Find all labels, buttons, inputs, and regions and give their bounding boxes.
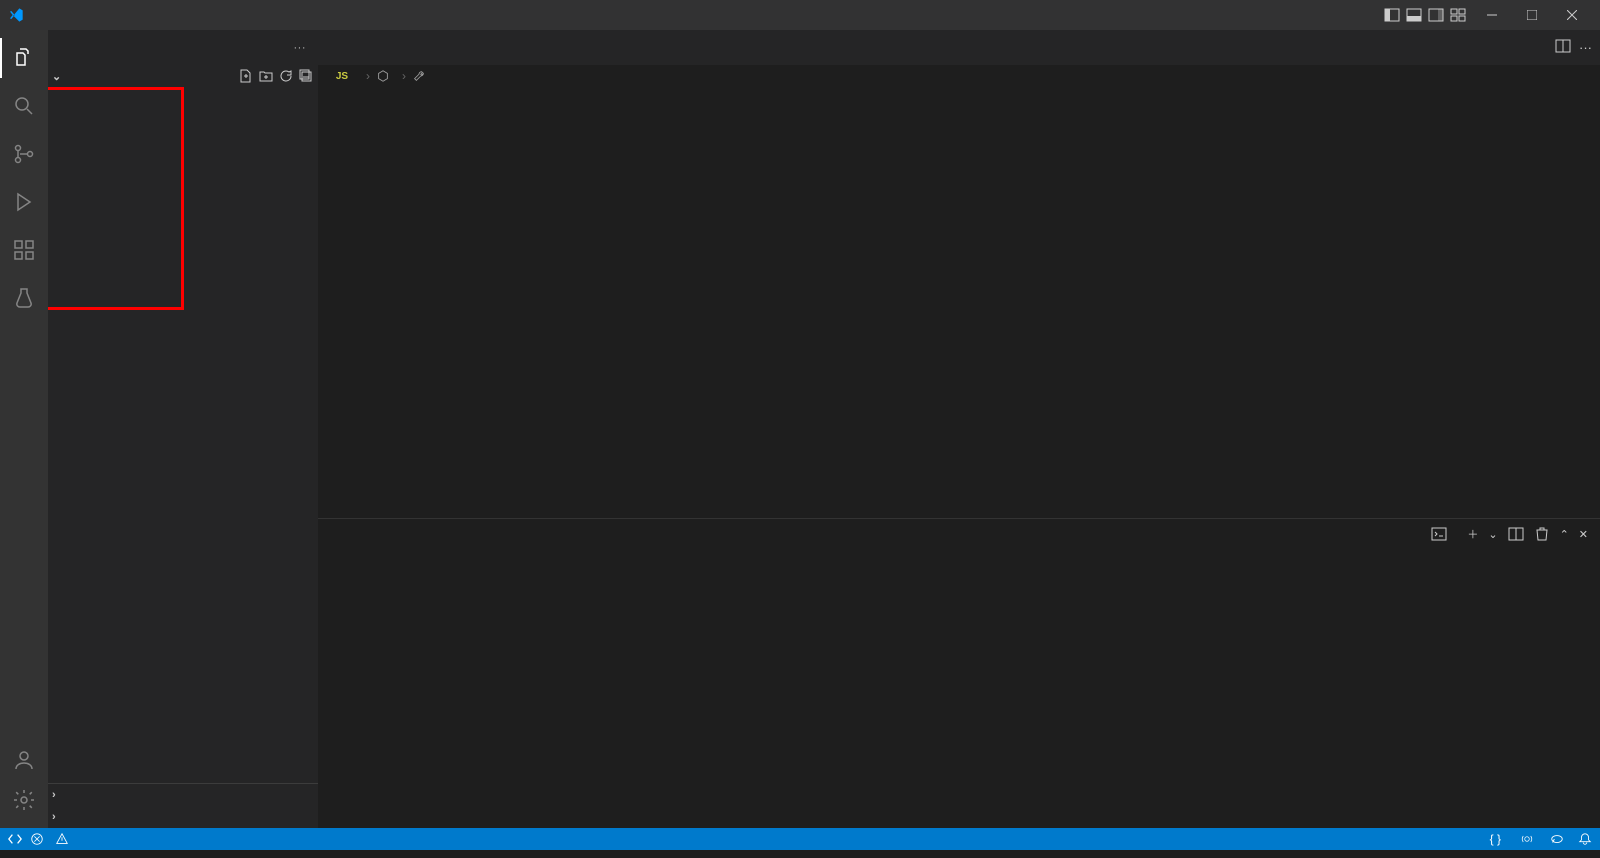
close-panel-icon[interactable]: ✕ bbox=[1579, 528, 1588, 541]
feedback-icon[interactable] bbox=[1550, 832, 1564, 846]
chevron-down-icon: ⌄ bbox=[52, 70, 61, 83]
minimap[interactable] bbox=[1500, 87, 1600, 518]
editor-tabs: ··· bbox=[318, 30, 1600, 65]
editor-body[interactable] bbox=[318, 87, 1600, 518]
chevron-right-icon: › bbox=[402, 69, 406, 83]
panel: ＋ ⌄ ⌃ ✕ bbox=[318, 518, 1600, 828]
file-tree bbox=[48, 87, 318, 783]
split-editor-icon[interactable] bbox=[1555, 38, 1571, 57]
sidebar-more-icon[interactable]: ··· bbox=[294, 42, 307, 54]
language-mode[interactable]: { } bbox=[1490, 832, 1507, 846]
panel-right-icon[interactable] bbox=[1428, 7, 1444, 23]
activity-bar bbox=[0, 30, 48, 828]
terminal[interactable] bbox=[318, 549, 1600, 828]
close-button[interactable] bbox=[1552, 1, 1592, 29]
source-control-tab[interactable] bbox=[0, 134, 48, 174]
editor-area: ··· JS › › bbox=[318, 30, 1600, 828]
new-terminal-icon[interactable]: ＋ bbox=[1467, 526, 1478, 542]
timeline-section[interactable]: › bbox=[48, 806, 318, 828]
property-icon bbox=[412, 69, 426, 83]
project-header[interactable]: ⌄ bbox=[48, 65, 318, 87]
new-file-icon[interactable] bbox=[238, 68, 254, 84]
customize-layout-icon[interactable] bbox=[1450, 7, 1466, 23]
panel-bottom-icon[interactable] bbox=[1406, 7, 1422, 23]
accounts-tab[interactable] bbox=[0, 740, 48, 780]
go-live[interactable] bbox=[1521, 833, 1536, 845]
notifications-icon[interactable] bbox=[1578, 832, 1592, 846]
breadcrumbs[interactable]: JS › › bbox=[318, 65, 1600, 87]
errors-indicator[interactable] bbox=[30, 832, 47, 846]
chevron-right-icon: › bbox=[52, 811, 56, 823]
maximize-button[interactable] bbox=[1512, 1, 1552, 29]
line-numbers bbox=[318, 87, 368, 518]
kill-terminal-icon[interactable] bbox=[1534, 526, 1550, 542]
editor-toolbar: ··· bbox=[1547, 30, 1600, 65]
testing-tab[interactable] bbox=[0, 278, 48, 318]
chevron-right-icon: › bbox=[52, 789, 56, 801]
module-icon bbox=[376, 69, 390, 83]
chevron-right-icon: › bbox=[366, 69, 370, 83]
search-tab[interactable] bbox=[0, 86, 48, 126]
panel-tabs: ＋ ⌄ ⌃ ✕ bbox=[318, 519, 1600, 549]
run-debug-tab[interactable] bbox=[0, 182, 48, 222]
extensions-tab[interactable] bbox=[0, 230, 48, 270]
more-actions-icon[interactable]: ··· bbox=[1579, 40, 1592, 55]
terminal-dropdown-icon[interactable]: ⌄ bbox=[1488, 528, 1497, 541]
terminal-launch-icon[interactable] bbox=[1431, 526, 1447, 542]
minimize-button[interactable] bbox=[1472, 1, 1512, 29]
panel-left-icon[interactable] bbox=[1384, 7, 1400, 23]
sidebar: ··· ⌄ › › bbox=[48, 30, 318, 828]
remote-indicator[interactable] bbox=[8, 832, 22, 846]
js-file-icon: JS bbox=[334, 71, 350, 82]
explorer-tab[interactable] bbox=[0, 38, 48, 78]
maximize-panel-icon[interactable]: ⌃ bbox=[1560, 528, 1569, 541]
warnings-indicator[interactable] bbox=[55, 832, 72, 846]
settings-tab[interactable] bbox=[0, 780, 48, 820]
refresh-icon[interactable] bbox=[278, 68, 294, 84]
collapse-all-icon[interactable] bbox=[298, 68, 314, 84]
split-terminal-icon[interactable] bbox=[1508, 526, 1524, 542]
layout-controls bbox=[1384, 7, 1466, 23]
vscode-logo bbox=[8, 7, 24, 23]
new-folder-icon[interactable] bbox=[258, 68, 274, 84]
sidebar-header: ··· bbox=[48, 30, 318, 65]
outline-section[interactable]: › bbox=[48, 784, 318, 806]
code-content[interactable] bbox=[368, 87, 1500, 518]
status-bar: { } bbox=[0, 828, 1600, 850]
title-bar bbox=[0, 0, 1600, 30]
